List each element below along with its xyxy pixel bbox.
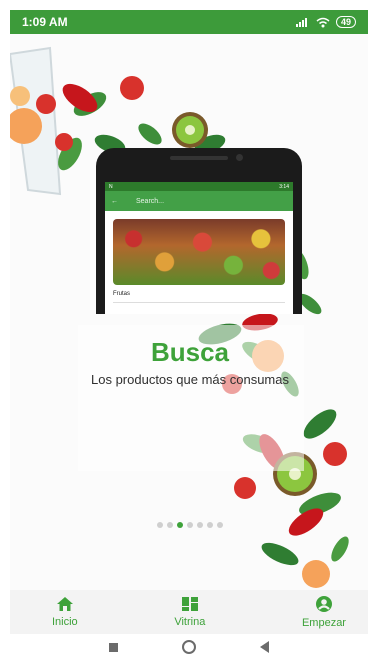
system-navigation-bar bbox=[10, 634, 368, 660]
onboarding-hero[interactable]: N 3:14 ← Search... Frutas bbox=[10, 34, 368, 590]
nav-inicio-label: Inicio bbox=[52, 616, 78, 628]
page-dot[interactable] bbox=[207, 522, 213, 528]
tomato-shape bbox=[323, 442, 347, 466]
phone-speaker bbox=[170, 156, 228, 160]
page-indicator bbox=[0, 522, 380, 528]
nav-empezar-label: Empezar bbox=[301, 617, 346, 629]
mini-category-image bbox=[113, 219, 285, 285]
phone-mockup: N 3:14 ← Search... Frutas bbox=[96, 148, 302, 314]
mini-logo-icon: N bbox=[109, 183, 113, 190]
leaf-shape bbox=[331, 536, 349, 562]
wifi-icon bbox=[316, 17, 330, 27]
page-dot[interactable] bbox=[187, 522, 193, 528]
mini-status-time: 3:14 bbox=[279, 183, 289, 190]
battery-indicator: 49 bbox=[335, 16, 356, 28]
mini-category-label: Frutas bbox=[113, 291, 131, 297]
orange-slice bbox=[302, 560, 330, 588]
page-dot[interactable] bbox=[157, 522, 163, 528]
home-button-icon[interactable] bbox=[182, 640, 196, 654]
signal-icon bbox=[295, 18, 307, 27]
page-dot-active[interactable] bbox=[177, 522, 183, 528]
status-time: 1:09 AM bbox=[22, 15, 68, 29]
mini-back-icon: ← bbox=[111, 197, 118, 205]
nav-empezar[interactable]: Empezar bbox=[302, 590, 346, 634]
orange-slice bbox=[10, 86, 30, 106]
mini-divider bbox=[113, 302, 285, 303]
tomato-shape bbox=[55, 133, 73, 151]
onboarding-subtitle: Los productos que más consumas bbox=[91, 372, 289, 387]
leaf-shape bbox=[138, 123, 162, 145]
nav-inicio[interactable]: Inicio bbox=[52, 590, 78, 634]
leaf-shape bbox=[303, 409, 337, 439]
mini-status-bar: N 3:14 bbox=[105, 182, 293, 191]
status-bar: 1:09 AM 49 bbox=[10, 10, 368, 34]
page-dot[interactable] bbox=[217, 522, 223, 528]
status-icons: 49 bbox=[295, 16, 356, 28]
leaf-shape bbox=[261, 542, 299, 566]
tomato-shape bbox=[36, 94, 56, 114]
nav-vitrina-label: Vitrina bbox=[174, 616, 206, 628]
phone-camera bbox=[236, 154, 243, 161]
back-icon[interactable] bbox=[260, 641, 269, 653]
nav-vitrina[interactable]: Vitrina bbox=[174, 590, 205, 634]
page-dot[interactable] bbox=[197, 522, 203, 528]
account-icon bbox=[315, 596, 332, 612]
grid-icon bbox=[181, 597, 198, 611]
bottom-navigation: Inicio Vitrina Empezar bbox=[10, 590, 368, 634]
mini-search-placeholder: Search... bbox=[136, 197, 165, 205]
home-icon bbox=[56, 597, 73, 611]
recents-icon[interactable] bbox=[109, 642, 118, 652]
phone-screen: N 3:14 ← Search... Frutas bbox=[105, 182, 293, 314]
mini-search-toolbar: ← Search... bbox=[105, 191, 293, 211]
kiwi-core bbox=[185, 125, 195, 135]
tomato-shape bbox=[234, 477, 256, 499]
tomato-shape bbox=[120, 76, 144, 100]
onboarding-title: Busca bbox=[150, 337, 230, 367]
page-dot[interactable] bbox=[167, 522, 173, 528]
